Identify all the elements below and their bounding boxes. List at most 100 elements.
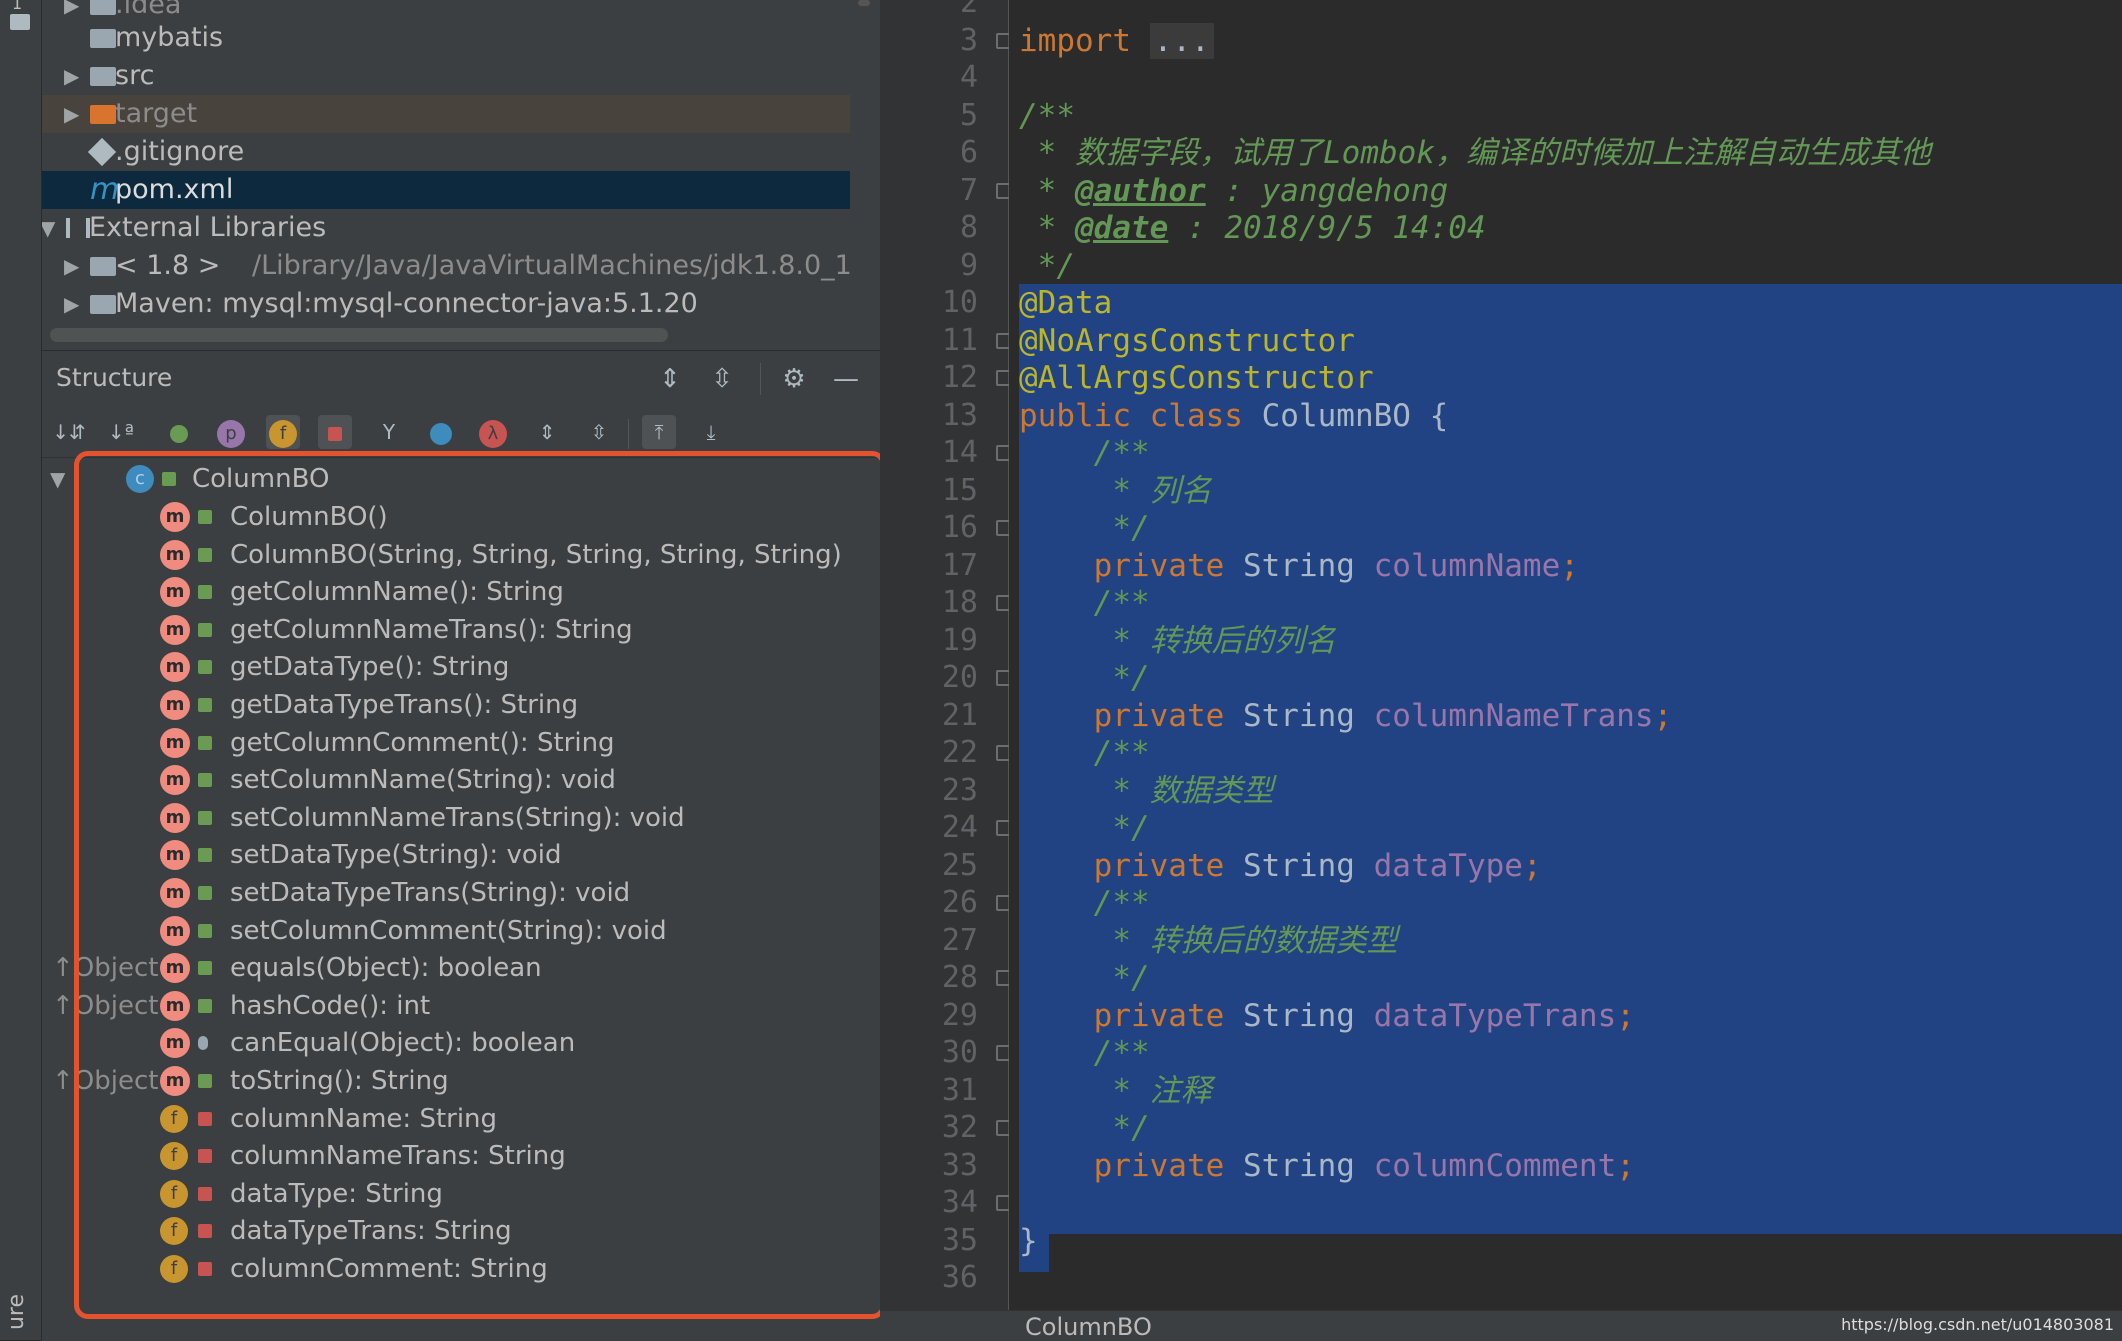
structure-tool-label[interactable]: ure (4, 1294, 29, 1330)
code-token: String (1242, 1147, 1374, 1184)
code-token: */ (1093, 660, 1150, 696)
code-token: private (1093, 697, 1243, 734)
code-token: * 数据类型 (1093, 772, 1274, 809)
jdk-folder-icon (90, 257, 116, 276)
code-token: dataTypeTrans (1373, 997, 1617, 1034)
code-line: */ (1019, 247, 1075, 285)
tree-row-mybatis[interactable]: mybatis (42, 19, 850, 57)
line-number: 33 (941, 1147, 978, 1183)
expand-arrow-icon[interactable]: ▶ (64, 285, 79, 323)
tree-row-jdk[interactable]: ▶ < 1.8 > /Library/Java/JavaVirtualMachi… (42, 247, 850, 285)
tree-label: target (115, 98, 198, 129)
code-token: private (1093, 847, 1243, 884)
tree-label: External Libraries (89, 212, 327, 243)
header-divider (760, 363, 761, 395)
collapse-arrow-icon[interactable]: ▼ (42, 209, 55, 247)
project-tool-icon[interactable] (10, 14, 30, 30)
line-number: 21 (941, 697, 978, 733)
tree-row-target[interactable]: ▶ target (42, 95, 850, 133)
vertical-scrollbar[interactable] (858, 0, 870, 6)
line-number: 26 (941, 885, 978, 920)
code-line: */ (1019, 659, 1150, 697)
tree-label: pom.xml (115, 174, 234, 205)
code-line: * @date : 2018/9/5 14:04 (1019, 209, 1486, 247)
sort-alphabetically-icon[interactable]: ↓ª (104, 415, 138, 449)
show-fields-icon[interactable]: f (266, 415, 300, 449)
tree-label: mybatis (115, 22, 224, 53)
expand-all-icon[interactable]: ⇕ (654, 363, 686, 395)
line-number: 7 (959, 172, 978, 208)
tree-row-gitignore[interactable]: .gitignore (42, 133, 850, 171)
line-number: 14 (941, 435, 978, 470)
tree-path: /Library/Java/JavaVirtualMachines/jdk1.8… (252, 250, 850, 281)
line-number: 29 (941, 997, 978, 1033)
show-lambdas-icon[interactable]: λ (476, 415, 510, 449)
gear-icon[interactable]: ⚙ (778, 363, 810, 395)
tree-row-pom-xml[interactable]: m pom.xml (42, 171, 850, 209)
code-token: private (1093, 1147, 1243, 1184)
folder-icon (90, 0, 116, 15)
line-number: 9 (959, 247, 978, 283)
code-token: String (1242, 547, 1374, 584)
code-editor[interactable]: import ... /** * 数据字段，试用了Lombok，编译的时候加上注解… (1009, 0, 2122, 1310)
breadcrumb[interactable]: ColumnBO (1025, 1313, 1152, 1341)
line-number: 2 (959, 0, 978, 20)
line-number: 17 (941, 547, 978, 583)
show-anonymous-icon[interactable] (424, 415, 458, 449)
tree-row-external-libraries[interactable]: ▼ External Libraries (42, 209, 850, 247)
show-implemented-icon[interactable]: Y (372, 415, 406, 449)
tree-row-src[interactable]: ▶ src (42, 57, 850, 95)
code-token: ; (1522, 847, 1542, 884)
tree-label: < 1.8 > (115, 250, 221, 281)
code-line: private String columnComment; (1019, 1147, 1635, 1185)
collapse-all-icon[interactable]: ⇳ (706, 363, 738, 395)
expand-arrow-icon[interactable]: ▶ (64, 247, 79, 285)
tree-row-maven-mysql[interactable]: ▶ Maven: mysql:mysql-connector-java:5.1.… (42, 285, 850, 323)
code-token: } (1019, 1222, 1038, 1259)
code-token: */ (1093, 810, 1150, 846)
autoscroll-to-source-icon[interactable]: ⤒ (642, 415, 676, 449)
collapse-arrow-icon[interactable]: ▼ (50, 460, 65, 498)
code-token: private (1093, 547, 1243, 584)
autoscroll-from-source-icon[interactable]: ⤓ (694, 415, 728, 449)
code-line: * 注释 (1019, 1072, 1211, 1110)
code-line: * 转换后的列名 (1019, 622, 1335, 660)
sort-by-visibility-icon[interactable]: ↓⇵ (52, 415, 86, 449)
show-non-public-icon[interactable] (318, 415, 352, 449)
show-properties-icon[interactable]: p (214, 415, 248, 449)
expand-arrow-icon[interactable]: ▶ (64, 57, 79, 95)
code-line: /** (1019, 97, 1075, 135)
hide-icon[interactable]: — (830, 363, 862, 395)
show-inherited-icon[interactable] (162, 415, 196, 449)
code-token: */ (1019, 247, 1075, 284)
line-number: 5 (959, 97, 978, 133)
code-line: @NoArgsConstructor (1019, 322, 1355, 360)
line-number: 23 (941, 772, 978, 808)
code-token: ; (1616, 1147, 1635, 1184)
code-token: * (1019, 210, 1075, 246)
horizontal-scrollbar[interactable] (50, 328, 668, 342)
code-token: /** (1093, 735, 1150, 771)
line-number: 24 (941, 810, 978, 845)
expand-all-toolbar-icon[interactable]: ⇕ (530, 415, 564, 449)
code-token: @AllArgsConstructor (1019, 360, 1374, 396)
excluded-folder-icon (90, 105, 116, 124)
line-number: 22 (941, 735, 978, 770)
code-token: ; (1560, 547, 1579, 584)
code-line: */ (1019, 509, 1149, 547)
code-token: : 2018/9/5 14:04 (1168, 210, 1486, 246)
line-number: 25 (941, 847, 978, 883)
tree-label: src (115, 60, 155, 91)
code-token: import (1019, 22, 1131, 59)
collapse-all-toolbar-icon[interactable]: ⇳ (582, 415, 616, 449)
code-token: ; (1616, 997, 1635, 1034)
tool-window-number: 1 (12, 0, 23, 13)
code-token: * (1019, 172, 1075, 209)
folder-icon (90, 29, 116, 48)
code-line: public class ColumnBO { (1019, 397, 1448, 435)
code-token: /** (1019, 97, 1075, 134)
expand-arrow-icon[interactable]: ▶ (64, 95, 79, 133)
